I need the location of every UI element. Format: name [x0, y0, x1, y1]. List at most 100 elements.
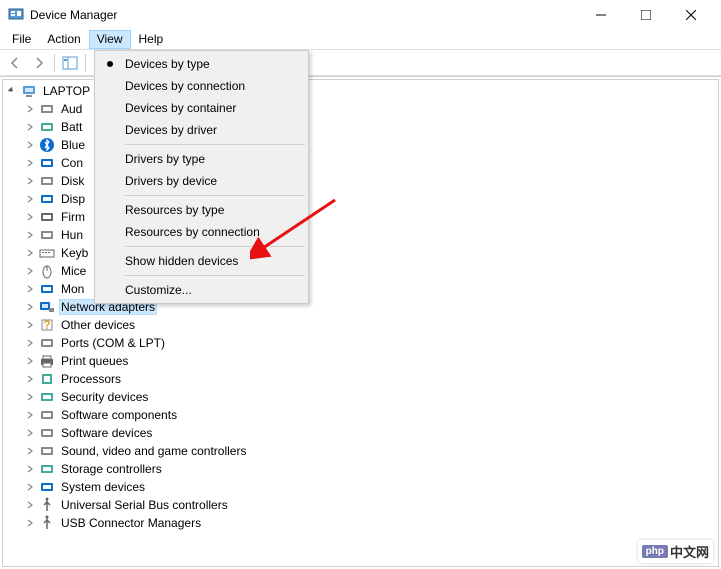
expand-icon[interactable] — [23, 390, 37, 404]
expand-icon[interactable] — [23, 426, 37, 440]
window-title: Device Manager — [30, 8, 578, 22]
view-menu-item[interactable]: Devices by type — [97, 53, 306, 75]
expand-icon[interactable] — [23, 336, 37, 350]
minimize-button[interactable] — [578, 0, 623, 30]
app-icon — [8, 7, 24, 23]
maximize-button[interactable] — [623, 0, 668, 30]
tree-category-row[interactable]: Processors — [3, 370, 718, 388]
show-hide-console-tree-button[interactable] — [59, 52, 81, 74]
expand-icon[interactable] — [23, 516, 37, 530]
watermark-brand: php — [642, 545, 668, 558]
expand-icon[interactable] — [23, 102, 37, 116]
menu-file[interactable]: File — [4, 30, 39, 49]
expand-icon[interactable] — [23, 444, 37, 458]
expand-icon[interactable] — [23, 228, 37, 242]
expand-icon[interactable] — [23, 480, 37, 494]
tree-category-label: Processors — [61, 372, 121, 386]
view-menu-item[interactable]: Devices by connection — [97, 75, 306, 97]
expand-icon[interactable] — [23, 192, 37, 206]
view-menu-item[interactable]: Devices by driver — [97, 119, 306, 141]
tree-category-row[interactable]: Software components — [3, 406, 718, 424]
view-menu-item[interactable]: Devices by container — [97, 97, 306, 119]
tree-category-label: Mice — [61, 264, 86, 278]
tree-category-row[interactable]: USB Connector Managers — [3, 514, 718, 532]
expand-icon[interactable] — [23, 264, 37, 278]
bluetooth-icon — [39, 137, 55, 153]
tree-category-row[interactable]: Ports (COM & LPT) — [3, 334, 718, 352]
menu-help[interactable]: Help — [131, 30, 172, 49]
tree-category-row[interactable]: Sound, video and game controllers — [3, 442, 718, 460]
hid-icon — [39, 227, 55, 243]
menu-item-label: Devices by container — [125, 101, 236, 115]
expand-icon[interactable] — [23, 156, 37, 170]
menu-item-label: Customize... — [125, 283, 192, 297]
security-icon — [39, 389, 55, 405]
tree-category-row[interactable]: System devices — [3, 478, 718, 496]
tree-category-label: Software devices — [61, 426, 152, 440]
other-icon: ? — [39, 317, 55, 333]
view-menu-item[interactable]: Drivers by type — [97, 148, 306, 170]
menu-item-label: Resources by type — [125, 203, 224, 217]
tree-category-row[interactable]: Software devices — [3, 424, 718, 442]
menu-item-label: Drivers by device — [125, 174, 217, 188]
expand-icon[interactable] — [5, 84, 19, 98]
printer-icon — [39, 353, 55, 369]
menu-item-label: Devices by type — [125, 57, 210, 71]
view-menu-item[interactable]: Drivers by device — [97, 170, 306, 192]
computer-icon — [39, 155, 55, 171]
expand-icon[interactable] — [23, 282, 37, 296]
view-menu-item[interactable]: Customize... — [97, 279, 306, 301]
window-controls — [578, 0, 713, 30]
menu-separator — [125, 275, 305, 276]
expand-icon[interactable] — [23, 318, 37, 332]
tree-category-label: Keyb — [61, 246, 88, 260]
tree-category-row[interactable]: Storage controllers — [3, 460, 718, 478]
tree-category-label: Other devices — [61, 318, 135, 332]
expand-icon[interactable] — [23, 372, 37, 386]
mouse-icon — [39, 263, 55, 279]
tree-category-label: Universal Serial Bus controllers — [61, 498, 228, 512]
expand-icon[interactable] — [23, 498, 37, 512]
back-button[interactable] — [4, 52, 26, 74]
selected-bullet-icon — [107, 61, 113, 67]
computer-icon — [21, 83, 37, 99]
ports-icon — [39, 335, 55, 351]
battery-icon — [39, 119, 55, 135]
network-icon — [39, 299, 55, 315]
tree-category-row[interactable]: Print queues — [3, 352, 718, 370]
close-button[interactable] — [668, 0, 713, 30]
watermark-logo: php 中文网 — [638, 540, 713, 563]
expand-icon[interactable] — [23, 408, 37, 422]
menu-separator — [125, 144, 305, 145]
expand-icon[interactable] — [23, 246, 37, 260]
view-menu-item[interactable]: Resources by type — [97, 199, 306, 221]
expand-icon[interactable] — [23, 174, 37, 188]
watermark: php 中文网 — [638, 540, 713, 563]
tree-category-label: Software components — [61, 408, 177, 422]
menu-separator — [125, 195, 305, 196]
expand-icon[interactable] — [23, 300, 37, 314]
forward-button[interactable] — [28, 52, 50, 74]
expand-icon[interactable] — [23, 138, 37, 152]
expand-icon[interactable] — [23, 210, 37, 224]
tree-category-label: Ports (COM & LPT) — [61, 336, 165, 350]
tree-category-row[interactable]: Universal Serial Bus controllers — [3, 496, 718, 514]
menu-view[interactable]: View — [89, 30, 131, 49]
expand-icon[interactable] — [23, 462, 37, 476]
menu-item-label: Devices by connection — [125, 79, 245, 93]
system-icon — [39, 479, 55, 495]
tree-category-label: Con — [61, 156, 83, 170]
menu-action[interactable]: Action — [39, 30, 88, 49]
tree-category-label: Hun — [61, 228, 83, 242]
expand-icon[interactable] — [23, 354, 37, 368]
tree-category-row[interactable]: ? Other devices — [3, 316, 718, 334]
view-menu-item[interactable]: Resources by connection — [97, 221, 306, 243]
disk-icon — [39, 173, 55, 189]
usbconn-icon — [39, 515, 55, 531]
tree-category-label: Storage controllers — [61, 462, 162, 476]
menu-separator — [125, 246, 305, 247]
expand-icon[interactable] — [23, 120, 37, 134]
tree-category-row[interactable]: Security devices — [3, 388, 718, 406]
menu-item-label: Show hidden devices — [125, 254, 238, 268]
view-menu-item[interactable]: Show hidden devices — [97, 250, 306, 272]
